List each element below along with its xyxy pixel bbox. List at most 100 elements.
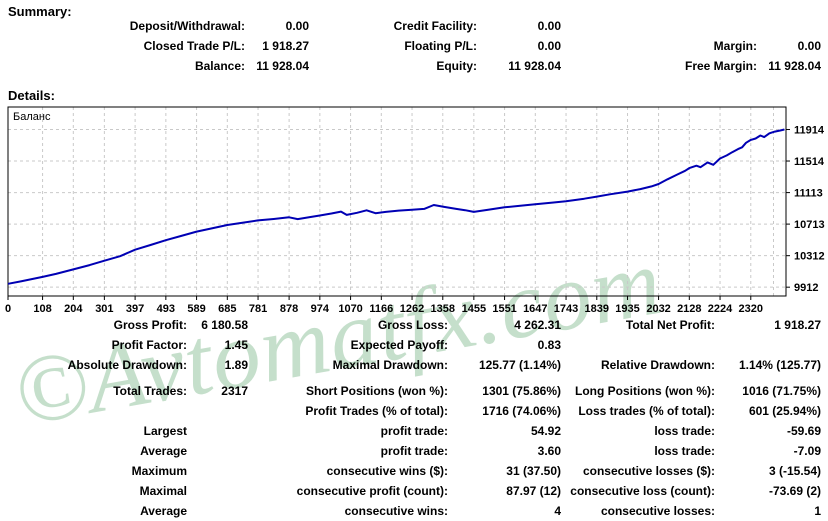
x-axis-tick-label: 108	[33, 303, 51, 315]
stat-label: Short Positions (won %):	[306, 384, 448, 398]
stat-value	[187, 501, 248, 521]
x-axis-tick-label: 1455	[462, 303, 486, 315]
stat-label: Total Trades:	[113, 384, 187, 398]
stat-value	[715, 335, 821, 355]
stat-value: 4	[554, 504, 561, 518]
stat-value: -7.09	[793, 444, 821, 458]
stat-value: 1716 (74.06%)	[482, 404, 561, 418]
x-axis-tick-label: 0	[5, 303, 11, 315]
details-heading: Details:	[8, 88, 55, 103]
x-axis-tick-label: 1262	[400, 303, 424, 315]
x-axis-tick-label: 781	[249, 303, 267, 315]
stat-label: Profit Trades (% of total):	[305, 404, 448, 418]
x-axis-tick-label: 878	[280, 303, 298, 315]
x-axis-tick-label: 1839	[585, 303, 609, 315]
stat-value: -59.69	[786, 424, 821, 438]
summary-row: Closed Trade P/L: 1 918.27 Floating P/L: 0.…	[0, 36, 828, 56]
y-axis-tick-label: 10312	[794, 251, 825, 263]
stat-value: 54.92	[530, 424, 561, 438]
stat-value	[187, 421, 248, 441]
x-axis-tick-label: 397	[126, 303, 144, 315]
stat-value	[187, 441, 248, 461]
y-axis-tick-label: 9912	[794, 282, 818, 294]
stat-label	[0, 401, 187, 421]
summary-row: Balance: 11 928.04 Equity: 11 928.04 Free Ma…	[0, 56, 828, 76]
stat-label: Absolute Drawdown:	[67, 358, 187, 372]
stat-row: Average consecutive wins: 4 consecutive los…	[0, 501, 828, 521]
stat-value: 125.77 (1.14%)	[478, 358, 561, 372]
x-axis-tick-label: 301	[95, 303, 113, 315]
y-axis-tick-label: 11113	[794, 188, 823, 200]
stat-label: profit trade:	[380, 444, 448, 458]
stat-row: Largest profit trade: 54.92 loss trade: -59.…	[0, 421, 828, 441]
stat-label: Profit Factor:	[111, 338, 187, 352]
x-axis-tick-label: 2320	[739, 303, 763, 315]
stat-label: Average	[140, 504, 187, 518]
summary-value: 0.00	[285, 19, 309, 33]
summary-value: 1 918.27	[262, 39, 309, 53]
y-axis-tick-label: 11914	[794, 125, 825, 137]
x-axis-tick-label: 1935	[615, 303, 639, 315]
x-axis-tick-label: 493	[157, 303, 175, 315]
stat-label: Expected Payoff:	[350, 338, 448, 352]
stat-value	[187, 401, 248, 421]
stat-label: Long Positions (won %):	[575, 384, 715, 398]
balance-line	[7, 128, 785, 285]
stat-row: Profit Trades (% of total): 1716 (74.06%)…	[0, 401, 828, 421]
x-axis-tick-label: 1647	[523, 303, 547, 315]
stat-label: consecutive wins:	[344, 504, 448, 518]
summary-label: Free Margin:	[684, 59, 757, 73]
stat-row: Absolute Drawdown: 1.89 Maximal Drawdown: 1…	[0, 355, 828, 375]
x-axis-tick-label: 1358	[431, 303, 455, 315]
stat-label: Loss trades (% of total):	[578, 404, 715, 418]
stat-label: Average	[140, 444, 187, 458]
stat-row: Profit Factor: 1.45 Expected Payoff: 0.83	[0, 335, 828, 355]
stat-value: 3 (-15.54)	[768, 464, 821, 478]
balance-chart: 0 108 204 301 397 493 589 685 781 878 974 1070 1166 1…	[5, 106, 825, 315]
summary-value: 0.00	[797, 39, 821, 53]
stat-value: 31 (37.50)	[506, 464, 561, 478]
stat-value: 1.14% (125.77)	[738, 358, 821, 372]
stat-row: Maximum consecutive wins ($): 31 (37.50) co…	[0, 461, 828, 481]
stat-label: loss trade:	[654, 444, 715, 458]
stat-value	[187, 461, 248, 481]
stat-label: consecutive losses ($):	[582, 464, 715, 478]
y-axis-tick-label: 11514	[794, 156, 825, 168]
y-axis-tick-label: 10713	[794, 219, 825, 231]
x-axis-tick-label: 1166	[369, 303, 393, 315]
x-axis-tick-label: 685	[218, 303, 236, 315]
stat-value: 1.89	[224, 358, 248, 372]
stat-value: 87.97 (12)	[506, 484, 561, 498]
summary-value: 11 928.04	[768, 59, 821, 73]
stat-value: -73.69 (2)	[768, 484, 821, 498]
summary-value: 11 928.04	[508, 59, 561, 73]
summary-label: Margin:	[713, 39, 757, 53]
summary-value: 0.00	[537, 39, 561, 53]
stat-value: 3.60	[537, 444, 561, 458]
x-axis-tick-label: 1070	[338, 303, 362, 315]
x-axis-tick-label: 2224	[708, 303, 733, 315]
summary-label: Closed Trade P/L:	[143, 39, 245, 53]
stat-label: loss trade:	[654, 424, 715, 438]
stat-value	[187, 481, 248, 501]
stat-label: consecutive wins ($):	[326, 464, 448, 478]
summary-label: Credit Facility:	[393, 19, 477, 33]
summary-label	[563, 16, 757, 36]
summary-label: Equity:	[436, 59, 477, 73]
stat-label: Largest	[143, 424, 187, 438]
summary-label: Deposit/Withdrawal:	[129, 19, 245, 33]
summary-value: 11 928.04	[256, 59, 309, 73]
x-axis-tick-label: 2128	[677, 303, 701, 315]
stat-label: Maximum	[131, 464, 187, 478]
x-axis-tick-label: 204	[64, 303, 83, 315]
summary-value	[757, 16, 821, 36]
stat-value: 0.83	[537, 338, 561, 352]
stat-label: consecutive losses:	[600, 504, 715, 518]
x-axis-tick-label: 2032	[646, 303, 670, 315]
stat-label: consecutive loss (count):	[570, 484, 715, 498]
x-axis-tick-label: 1743	[554, 303, 578, 315]
chart-legend-label: Баланс	[13, 111, 51, 123]
stat-label: profit trade:	[380, 424, 448, 438]
stat-value: 2317	[221, 384, 248, 398]
stat-label	[562, 335, 715, 355]
